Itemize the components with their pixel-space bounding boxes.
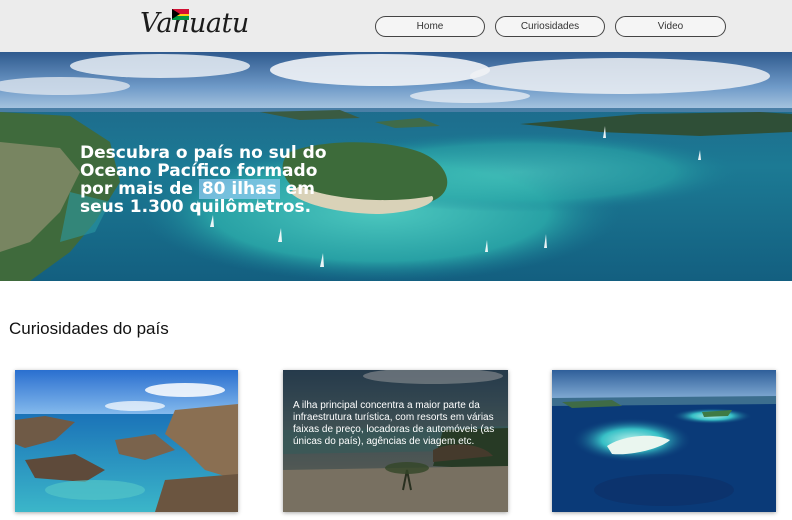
hero-banner: Descubra o país no sul do Oceano Pacífic… xyxy=(0,52,792,281)
site-logo[interactable]: Vanuatu xyxy=(140,8,249,39)
curiosity-card-3[interactable] xyxy=(552,370,776,512)
nav-home-button[interactable]: Home xyxy=(375,16,485,37)
hero-highlight: 80 ilhas xyxy=(198,179,280,199)
vanuatu-flag-icon xyxy=(172,9,189,20)
rock-pools-image xyxy=(15,370,238,512)
aerial-atoll-image xyxy=(552,370,776,512)
top-navbar: Vanuatu Home Curiosidades Video xyxy=(0,0,792,53)
nav-curiosidades-button[interactable]: Curiosidades xyxy=(495,16,605,37)
curiosity-card-1[interactable] xyxy=(15,370,238,512)
hero-headline: Descubra o país no sul do Oceano Pacífic… xyxy=(80,144,350,216)
card-caption: A ilha principal concentra a maior parte… xyxy=(293,400,495,447)
nav-video-button[interactable]: Video xyxy=(615,16,726,37)
curiosity-card-2[interactable]: A ilha principal concentra a maior parte… xyxy=(283,370,508,512)
section-title: Curiosidades do país xyxy=(9,319,169,338)
